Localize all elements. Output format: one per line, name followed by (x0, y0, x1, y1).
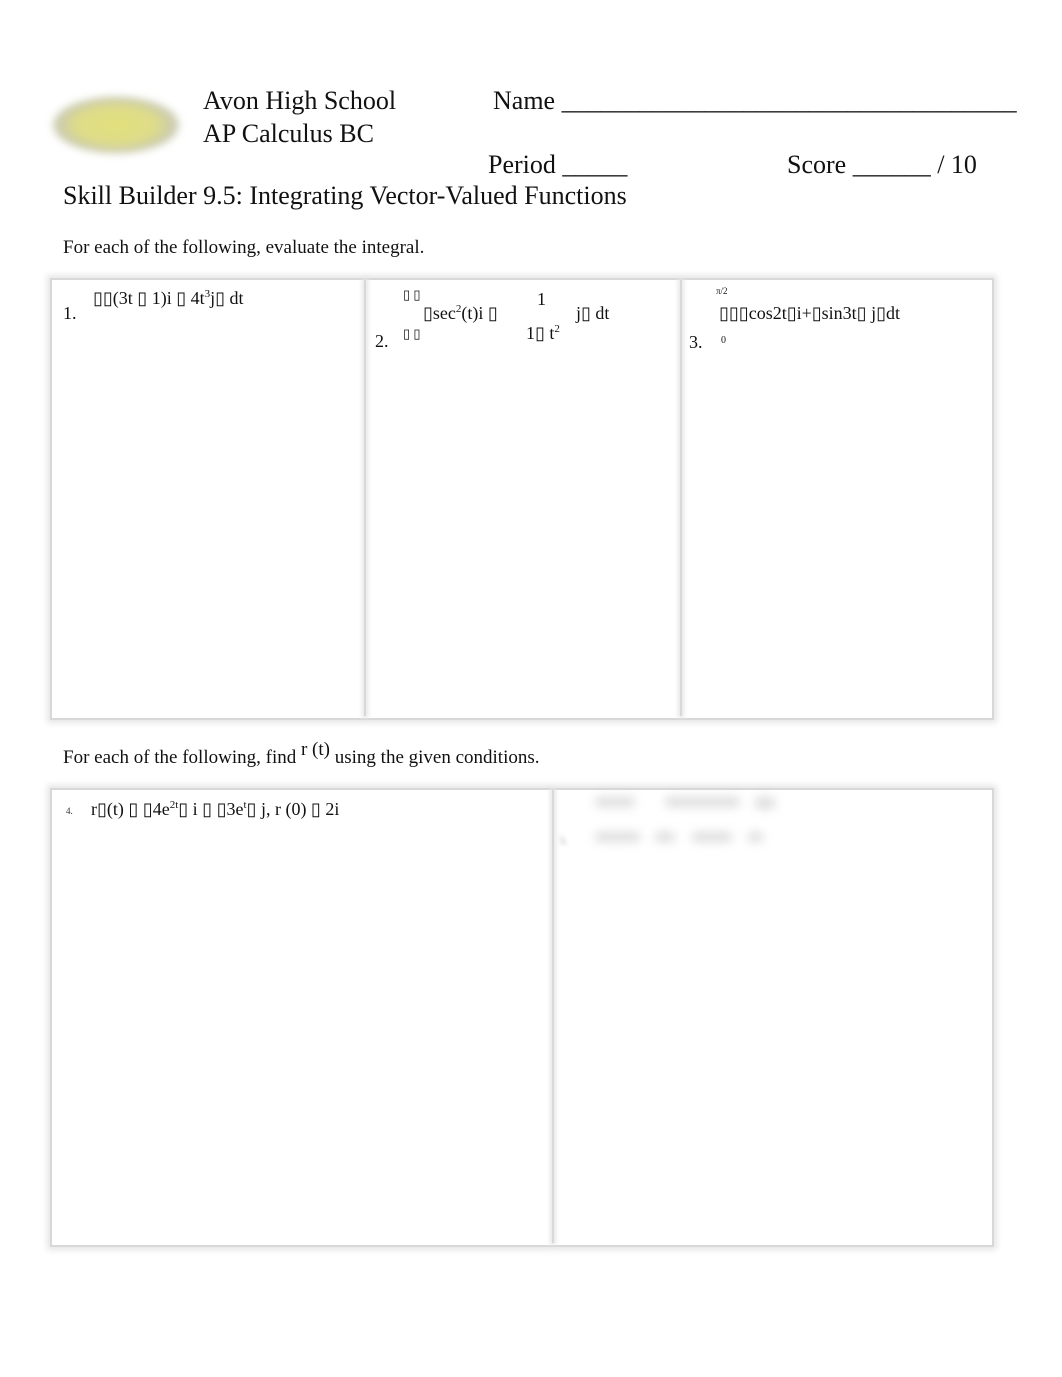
section2-instruction: For each of the following, find r (t) us… (63, 739, 540, 768)
school-logo (52, 96, 180, 154)
period-field[interactable]: Period _____ (488, 150, 627, 180)
worksheet-page: Avon High School AP Calculus BC Name ___… (0, 0, 1062, 1377)
divider (552, 790, 554, 1243)
score-field: Score ______ / 10 (787, 150, 977, 179)
page-title: Skill Builder 9.5: Integrating Vector-Va… (63, 181, 627, 210)
course-name: AP Calculus BC (203, 119, 374, 148)
section1-instruction: For each of the following, evaluate the … (63, 237, 425, 258)
name-field[interactable]: Name ___________________________________ (493, 86, 1017, 116)
problem-grid-2 (50, 788, 994, 1247)
school-name: Avon High School (203, 86, 397, 115)
divider (680, 280, 682, 716)
divider (364, 280, 366, 716)
problem-grid-1 (50, 278, 994, 720)
